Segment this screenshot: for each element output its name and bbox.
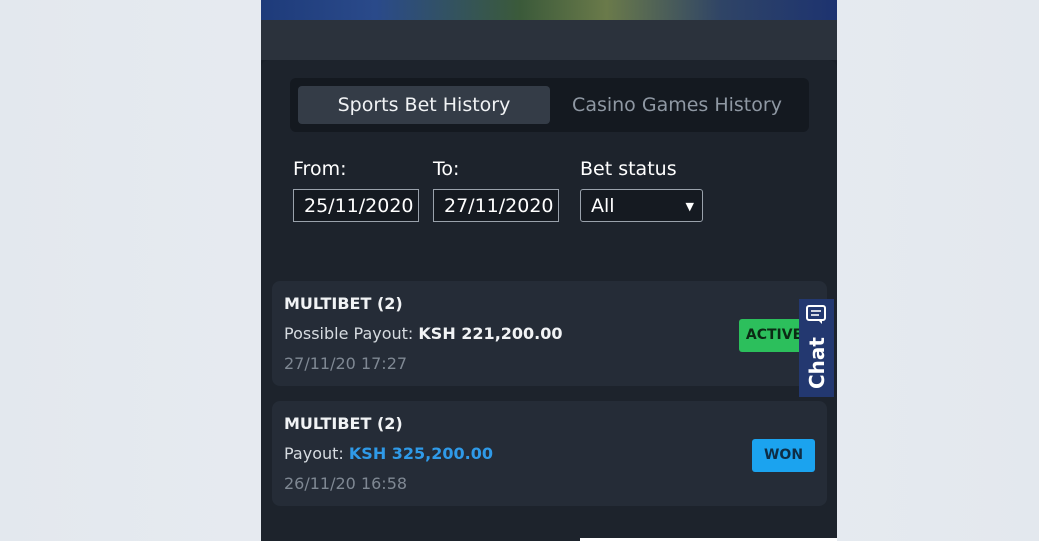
bet-title: MULTIBET (2) (284, 294, 403, 313)
bet-payout: Payout: KSH 325,200.00 (284, 444, 493, 463)
bet-history-panel: Sports Bet History Casino Games History … (261, 60, 837, 541)
tab-casino-games-history[interactable]: Casino Games History (552, 86, 802, 124)
bet-status-label: Bet status (580, 158, 677, 180)
payout-amount: KSH 221,200.00 (418, 324, 563, 343)
chat-label: Chat (805, 337, 829, 389)
to-label: To: (433, 158, 460, 180)
from-date-value: 25/11/2020 (304, 195, 414, 217)
bet-history-screen: Sports Bet History Casino Games History … (261, 0, 837, 541)
bet-status-select[interactable]: All ▼ (580, 189, 703, 222)
payout-label: Payout: (284, 444, 344, 463)
from-date-input[interactable]: 25/11/2020 (293, 189, 419, 222)
bet-card-won[interactable]: MULTIBET (2) Payout: KSH 325,200.00 26/1… (272, 401, 827, 506)
payout-label: Possible Payout: (284, 324, 414, 343)
dropdown-caret-icon: ▼ (685, 200, 694, 213)
status-badge-won: WON (752, 439, 815, 472)
bet-date: 27/11/20 17:27 (284, 354, 408, 373)
chat-bubble-icon (806, 305, 826, 324)
promo-banner[interactable] (261, 0, 837, 20)
chat-tab-button[interactable]: Chat (799, 299, 834, 397)
bet-title: MULTIBET (2) (284, 414, 403, 433)
from-label: From: (293, 158, 347, 180)
to-date-value: 27/11/2020 (444, 195, 554, 217)
banner-divider (261, 20, 837, 60)
to-date-input[interactable]: 27/11/2020 (433, 189, 559, 222)
bet-date: 26/11/20 16:58 (284, 474, 408, 493)
bet-payout: Possible Payout: KSH 221,200.00 (284, 324, 563, 343)
bet-card-active[interactable]: MULTIBET (2) Possible Payout: KSH 221,20… (272, 281, 827, 386)
tab-sports-bet-history[interactable]: Sports Bet History (298, 86, 550, 124)
bet-status-value: All (591, 195, 615, 217)
history-tabs: Sports Bet History Casino Games History (290, 78, 809, 132)
payout-amount: KSH 325,200.00 (348, 444, 493, 463)
